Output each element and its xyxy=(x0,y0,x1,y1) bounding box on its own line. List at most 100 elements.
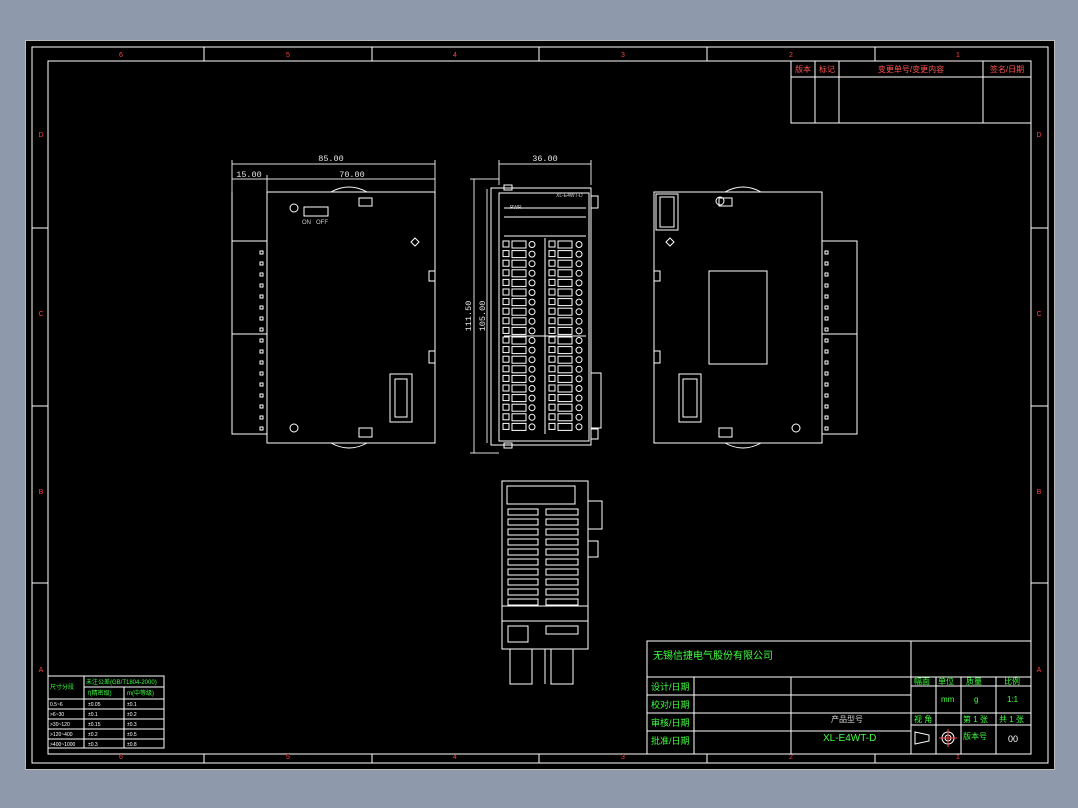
terminal-screw xyxy=(548,317,556,325)
slot xyxy=(507,598,539,606)
terminal-screw xyxy=(502,278,510,286)
terminal-pin xyxy=(259,360,264,365)
drawing-sheet: 6 5 4 3 2 1 6 5 4 3 2 1 D C B A D C B A … xyxy=(25,40,1055,770)
terminal-screw xyxy=(502,307,510,315)
terminal-hole xyxy=(528,356,536,364)
terminal-clamp xyxy=(511,422,527,431)
terminal-hole xyxy=(575,289,583,296)
tb-header-unit: 单位 xyxy=(938,676,954,686)
terminal-hole xyxy=(528,289,536,296)
slot xyxy=(545,588,579,596)
tolerance-m: ±0.1 xyxy=(127,702,137,708)
terminal-clamp xyxy=(557,394,573,403)
grid-col-bottom-5: 2 xyxy=(789,754,793,761)
tolerance-m: ±0.5 xyxy=(127,732,137,738)
terminal-hole xyxy=(528,423,536,431)
terminal-pin xyxy=(259,261,264,266)
connector xyxy=(507,625,529,643)
terminal-hole xyxy=(528,260,536,268)
terminal-clamp xyxy=(557,240,573,249)
dim-body-width: 70.00 xyxy=(339,170,365,180)
grid-row-left-4: A xyxy=(39,667,44,674)
tb-sheet-no: 第 1 张 xyxy=(963,714,988,724)
terminal-clamp xyxy=(557,336,573,345)
terminal-pin xyxy=(259,371,264,376)
terminal-pin xyxy=(259,393,264,398)
tolerance-m: ±0.8 xyxy=(127,742,137,748)
terminal-screw xyxy=(502,413,510,421)
grid-row-right-4: A xyxy=(1037,667,1042,674)
terminal-screw xyxy=(502,422,510,430)
terminal-clamp xyxy=(511,355,527,364)
grid-row-right-1: D xyxy=(1036,132,1041,139)
grid-col-bottom-6: 1 xyxy=(956,754,960,761)
tol-header-top: 未注公差(GB/T1804-2000) xyxy=(86,678,157,686)
tolerance-f: ±0.05 xyxy=(88,702,101,708)
slot xyxy=(507,518,539,526)
tolerance-range: >6~30 xyxy=(50,712,64,718)
terminal-hole xyxy=(575,317,583,325)
terminal-screw xyxy=(548,365,556,373)
dim-side-width: 36.00 xyxy=(532,154,558,164)
terminal-pin xyxy=(259,294,264,299)
terminal-clamp xyxy=(511,317,527,326)
rev-header-mark: 标记 xyxy=(819,64,835,74)
slot xyxy=(507,528,539,536)
tolerance-range: >400~1000 xyxy=(50,742,76,748)
terminal-pin xyxy=(824,415,829,420)
grid-col-bottom-3: 4 xyxy=(453,754,457,761)
terminal-screw xyxy=(502,298,510,306)
terminal-pin xyxy=(259,316,264,321)
terminal-pin xyxy=(259,272,264,277)
tolerance-range: 0.5~6 xyxy=(50,702,63,708)
terminal-view-center xyxy=(490,184,602,449)
terminal-pin xyxy=(824,349,829,354)
terminal-screw xyxy=(502,250,510,258)
terminal-pin xyxy=(259,426,264,431)
terminal-clamp xyxy=(511,403,527,412)
slot xyxy=(507,568,539,576)
terminal-hole xyxy=(575,241,583,248)
terminal-screw xyxy=(548,259,556,267)
terminal-pin xyxy=(259,283,264,288)
terminal-clamp xyxy=(557,250,573,259)
tb-row-design: 设计/日期 xyxy=(651,681,690,692)
terminal-clamp xyxy=(511,259,527,268)
terminal-clamp xyxy=(557,278,573,287)
terminal-pin xyxy=(824,250,829,255)
tb-row-approve: 批准/日期 xyxy=(651,735,690,746)
switch-on-label: ON xyxy=(302,220,311,226)
terminal-hole xyxy=(575,385,583,392)
tb-row-check: 校对/日期 xyxy=(651,699,690,710)
terminal-screw xyxy=(502,346,510,354)
slot xyxy=(545,558,579,566)
terminal-pin xyxy=(259,305,264,310)
grid-row-right-3: B xyxy=(1037,489,1042,496)
company-name: 无锡信捷电气股份有限公司 xyxy=(653,649,773,662)
terminal-screw xyxy=(548,336,556,344)
slot xyxy=(507,588,539,596)
terminal-pin xyxy=(259,382,264,387)
terminal-hole xyxy=(528,298,536,306)
terminal-pin xyxy=(824,426,829,431)
terminal-clamp xyxy=(557,374,573,383)
terminal-pin xyxy=(259,327,264,332)
terminal-clamp xyxy=(511,288,527,297)
tolerance-m: ±0.2 xyxy=(127,712,137,718)
grid-col-top-5: 2 xyxy=(789,52,793,59)
grid-row-left-1: D xyxy=(38,132,43,139)
grid-col-top-2: 5 xyxy=(286,52,290,59)
terminal-screw xyxy=(502,365,510,373)
terminal-screw xyxy=(502,336,510,344)
tolerance-f: ±0.15 xyxy=(88,722,101,728)
terminal-hole xyxy=(528,327,536,335)
terminal-screw xyxy=(548,394,556,402)
terminal-clamp xyxy=(557,384,573,393)
terminal-pin xyxy=(824,393,829,398)
terminal-clamp xyxy=(557,326,573,335)
tolerance-f: ±0.2 xyxy=(88,732,98,738)
terminal-hole xyxy=(528,385,536,392)
terminal-screw xyxy=(548,250,556,258)
terminal-clamp xyxy=(511,394,527,403)
terminal-screw xyxy=(548,403,556,411)
